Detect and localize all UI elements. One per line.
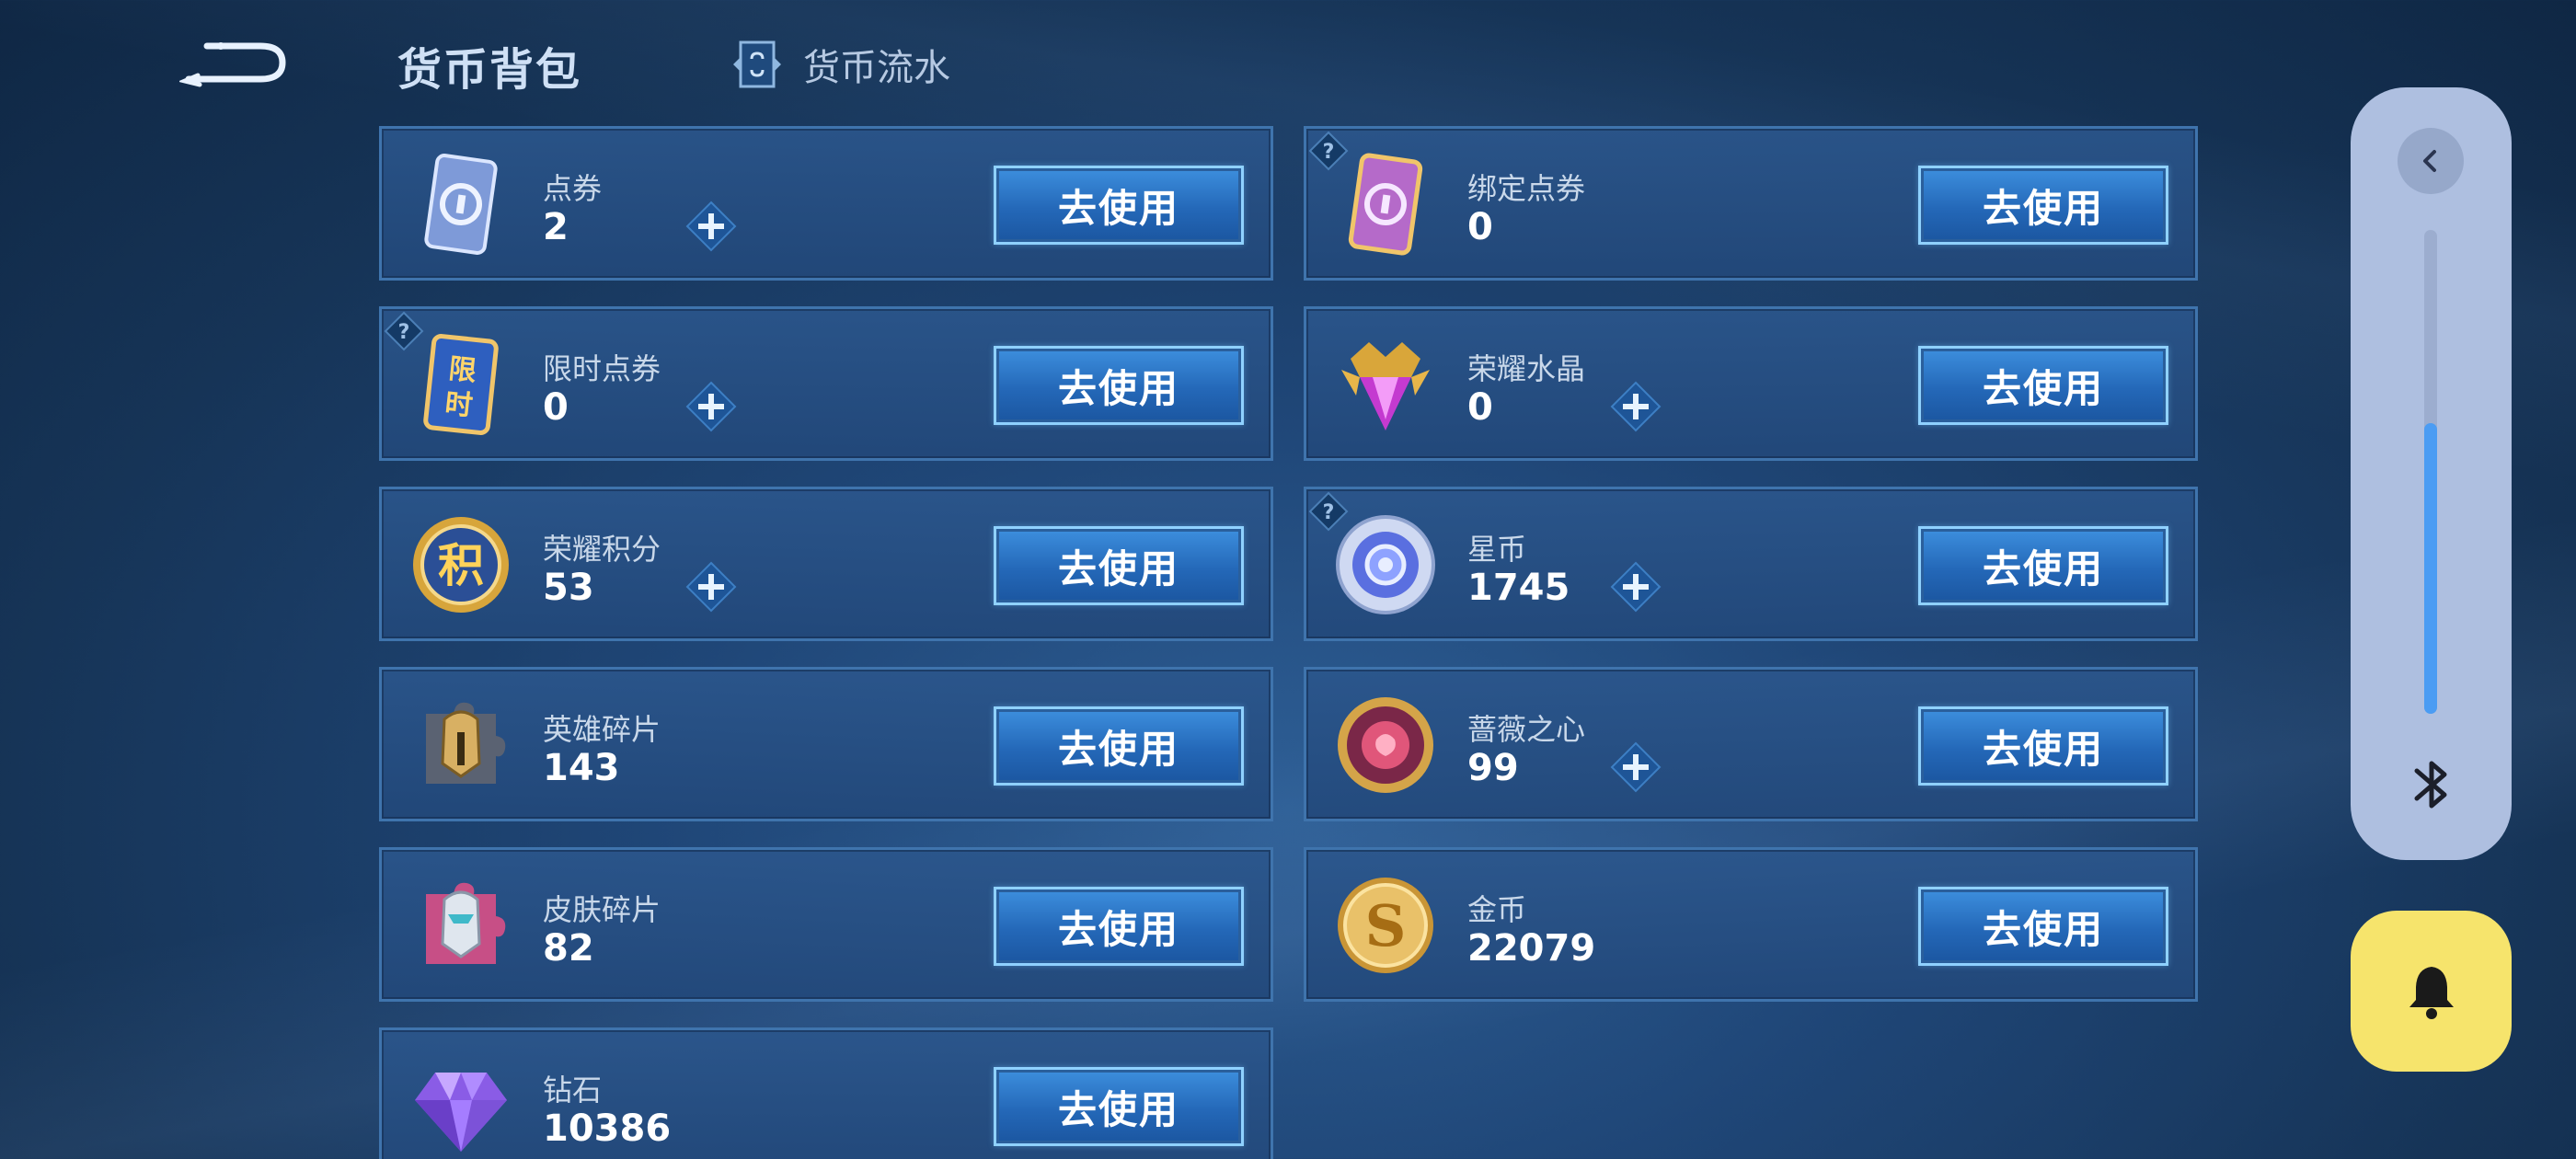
rose-heart-icon <box>1332 692 1439 798</box>
svg-text:?: ? <box>1323 501 1335 524</box>
svg-text:限: 限 <box>447 353 477 388</box>
currency-amount: 82 <box>543 927 594 970</box>
volume-slider-fill <box>2424 423 2437 714</box>
use-button[interactable]: 去使用 <box>1918 166 2168 245</box>
currency-name: 荣耀积分 <box>543 532 661 567</box>
use-button[interactable]: 去使用 <box>1918 706 2168 786</box>
currency-amount: 0 <box>1467 206 1493 248</box>
collapse-panel-button[interactable] <box>2398 128 2464 194</box>
currency-card: ? 星币 1745 去使用 <box>1304 487 2198 641</box>
currency-card: 皮肤碎片 82 去使用 <box>379 847 1273 1002</box>
add-currency-button[interactable] <box>685 201 737 252</box>
svg-text:?: ? <box>1323 141 1335 164</box>
currency-name: 英雄碎片 <box>543 712 661 747</box>
flow-record-icon <box>733 40 781 88</box>
voucher-card-blue-icon <box>408 151 514 258</box>
currency-amount: 99 <box>1467 747 1519 789</box>
currency-card: 钻石 10386 去使用 <box>379 1027 1273 1159</box>
use-button[interactable]: 去使用 <box>1918 887 2168 966</box>
currency-name: 限时点券 <box>543 351 661 386</box>
svg-text:时: 时 <box>443 387 474 422</box>
currency-amount: 53 <box>543 567 594 609</box>
gold-coin-icon: S <box>1332 872 1439 979</box>
volume-slider[interactable] <box>2424 230 2437 714</box>
use-button[interactable]: 去使用 <box>1918 346 2168 425</box>
currency-card: ? 绑定点券 0 去使用 <box>1304 126 2198 281</box>
bluetooth-icon[interactable] <box>2406 754 2457 815</box>
bell-icon <box>2409 966 2454 1019</box>
currency-name: 星币 <box>1467 532 1527 567</box>
currency-amount: 10386 <box>543 1107 672 1150</box>
use-button[interactable]: 去使用 <box>994 887 1244 966</box>
chevron-left-icon <box>2423 150 2436 172</box>
svg-text:积: 积 <box>438 539 484 592</box>
use-button[interactable]: 去使用 <box>994 346 1244 425</box>
help-icon[interactable]: ? <box>1308 491 1349 532</box>
add-currency-button[interactable] <box>685 381 737 432</box>
tab-currency-flow-label: 货币流水 <box>803 47 950 89</box>
currency-name: 点券 <box>543 171 603 206</box>
use-button[interactable]: 去使用 <box>994 1067 1244 1146</box>
add-currency-button[interactable] <box>1610 561 1662 613</box>
currency-card: 点券 2 去使用 <box>379 126 1273 281</box>
currency-name: 金币 <box>1467 892 1527 927</box>
currency-card: 英雄碎片 143 去使用 <box>379 667 1273 821</box>
currency-amount: 2 <box>543 206 569 248</box>
currency-amount: 1745 <box>1467 567 1570 609</box>
currency-name: 皮肤碎片 <box>543 892 661 927</box>
currency-amount: 0 <box>543 386 569 429</box>
glory-crystal-icon <box>1332 331 1439 438</box>
help-icon[interactable]: ? <box>384 311 424 351</box>
currency-card: S 金币 22079 去使用 <box>1304 847 2198 1002</box>
notification-bell-button[interactable] <box>2351 911 2512 1072</box>
currency-card: 积 荣耀积分 53 去使用 <box>379 487 1273 641</box>
back-button[interactable] <box>179 35 290 92</box>
glory-points-icon: 积 <box>408 511 514 618</box>
use-button[interactable]: 去使用 <box>994 166 1244 245</box>
svg-text:?: ? <box>398 321 410 344</box>
currency-name: 绑定点券 <box>1467 171 1586 206</box>
svg-text:S: S <box>1365 892 1407 959</box>
use-button[interactable]: 去使用 <box>1918 526 2168 605</box>
currency-name: 蔷薇之心 <box>1467 712 1586 747</box>
currency-card: 限时? 限时点券 0 去使用 <box>379 306 1273 461</box>
currency-card: 蔷薇之心 99 去使用 <box>1304 667 2198 821</box>
currency-card: 荣耀水晶 0 去使用 <box>1304 306 2198 461</box>
add-currency-button[interactable] <box>1610 741 1662 793</box>
currency-amount: 0 <box>1467 386 1493 429</box>
hero-fragment-icon <box>408 692 514 798</box>
currency-amount: 22079 <box>1467 927 1596 970</box>
help-icon[interactable]: ? <box>1308 131 1349 171</box>
currency-name: 钻石 <box>543 1073 603 1107</box>
use-button[interactable]: 去使用 <box>994 706 1244 786</box>
add-currency-button[interactable] <box>1610 381 1662 432</box>
currency-name: 荣耀水晶 <box>1467 351 1586 386</box>
tab-currency-flow[interactable]: 货币流水 <box>731 37 950 92</box>
diamond-icon <box>408 1052 514 1159</box>
add-currency-button[interactable] <box>685 561 737 613</box>
page-title: 货币背包 <box>397 44 582 96</box>
currency-amount: 143 <box>543 747 620 789</box>
use-button[interactable]: 去使用 <box>994 526 1244 605</box>
skin-fragment-icon <box>408 872 514 979</box>
